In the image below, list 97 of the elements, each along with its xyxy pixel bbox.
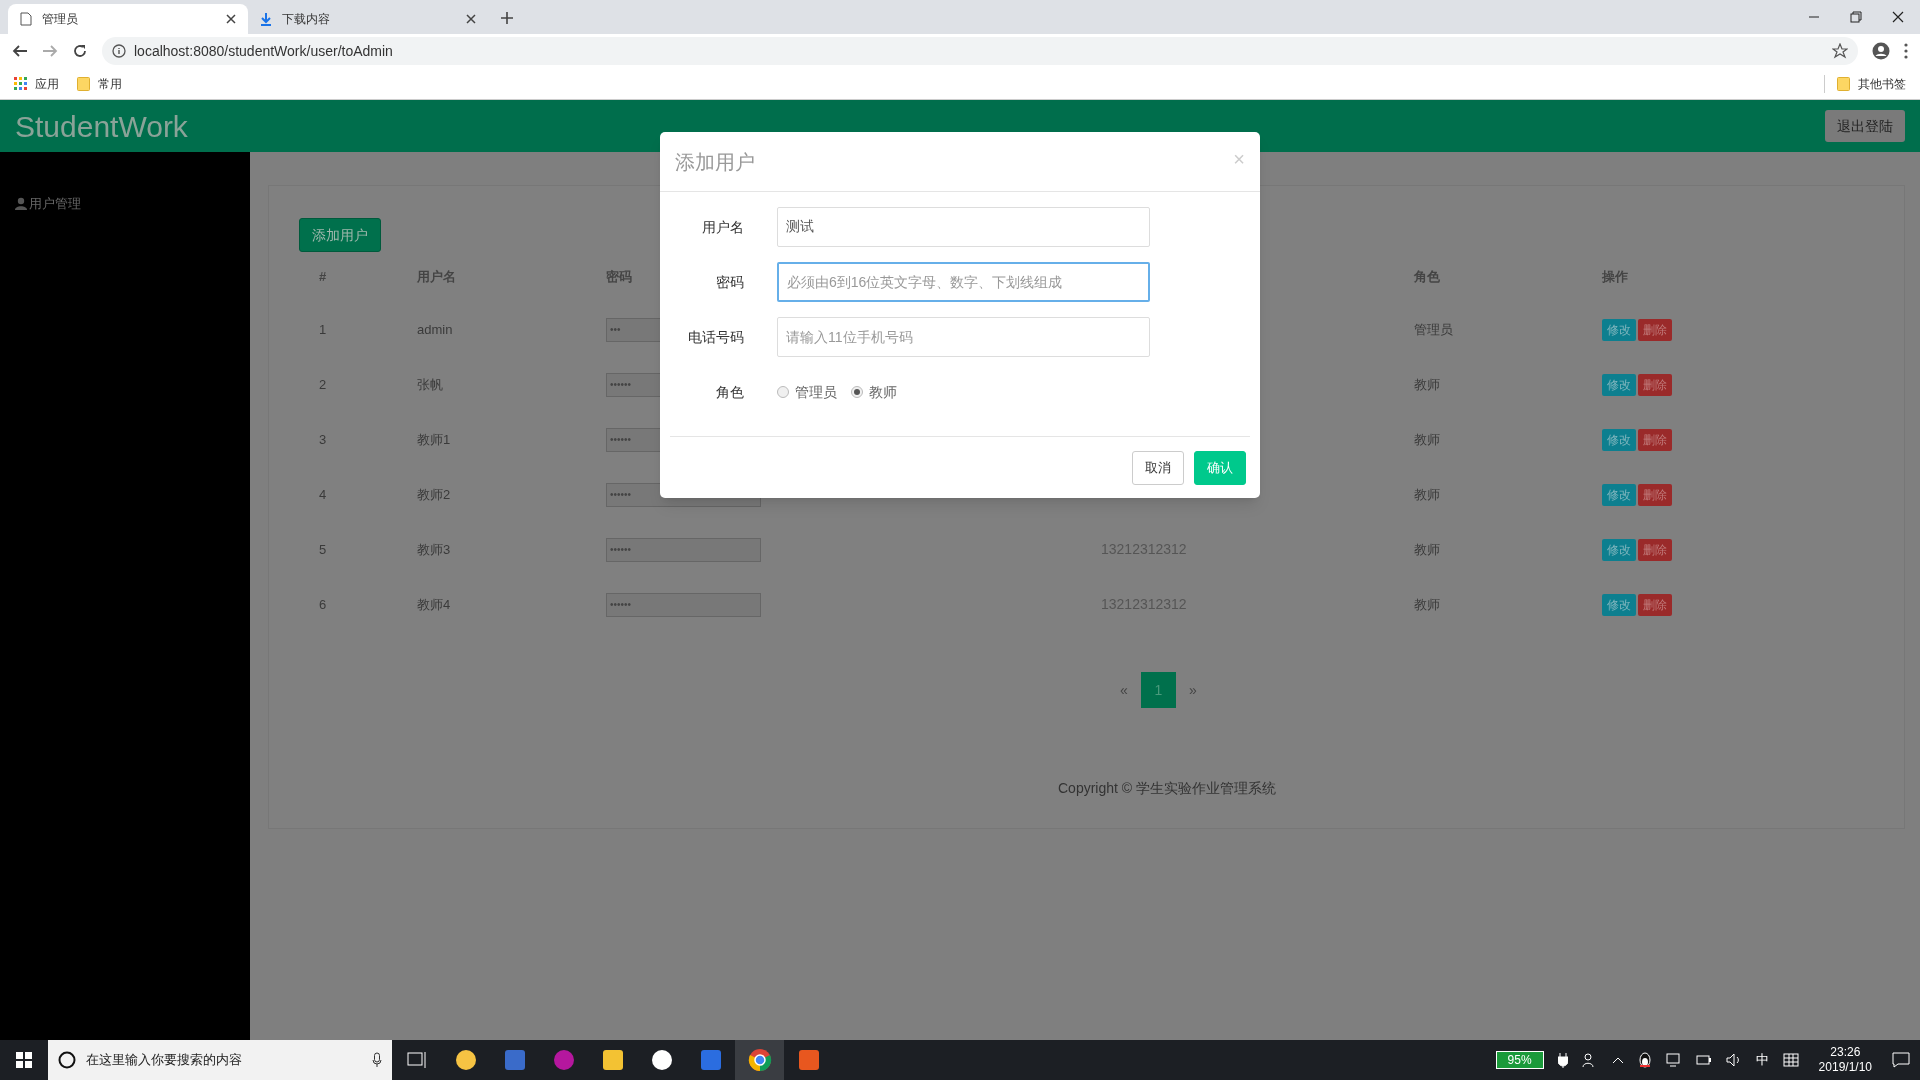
table-cell: 教师 bbox=[1414, 596, 1440, 612]
plug-icon bbox=[1557, 1052, 1568, 1068]
table-cell: 教师4 bbox=[417, 596, 451, 612]
back-icon[interactable] bbox=[12, 43, 28, 59]
notification-icon[interactable] bbox=[1892, 1052, 1910, 1068]
add-user-button[interactable]: 添加用户 bbox=[299, 218, 381, 252]
browser-tab[interactable]: 管理员 bbox=[8, 4, 248, 34]
column-header: 角色 bbox=[1414, 269, 1440, 285]
reload-icon[interactable] bbox=[72, 43, 88, 59]
edit-button[interactable]: 修改 bbox=[1602, 428, 1636, 451]
bookmark[interactable]: 应用 bbox=[14, 74, 59, 93]
table-cell: 教师2 bbox=[417, 486, 451, 502]
radio-button[interactable] bbox=[777, 386, 789, 398]
battery-indicator: 95% bbox=[1495, 1051, 1544, 1069]
edit-button[interactable]: 修改 bbox=[1602, 593, 1636, 616]
delete-button[interactable]: 删除 bbox=[1638, 538, 1672, 561]
table-cell: 2 bbox=[319, 376, 327, 392]
restore-icon[interactable] bbox=[1850, 11, 1862, 23]
table-cell: admin bbox=[417, 321, 453, 337]
table-cell: 教师 bbox=[1414, 431, 1440, 447]
table-cell: 张帆 bbox=[417, 376, 443, 392]
table-cell: 5 bbox=[319, 541, 327, 557]
table-cell: 管理员 bbox=[1414, 321, 1453, 337]
microphone-icon bbox=[372, 1052, 382, 1068]
star-icon[interactable] bbox=[1832, 43, 1848, 59]
person-icon bbox=[15, 197, 27, 211]
table-cell: 4 bbox=[319, 486, 327, 502]
info-icon bbox=[112, 44, 126, 58]
new-tab-icon[interactable] bbox=[500, 11, 514, 25]
speaker-icon[interactable] bbox=[1725, 1053, 1742, 1067]
page-button[interactable]: 1 bbox=[1141, 672, 1176, 708]
edit-button[interactable]: 修改 bbox=[1602, 318, 1636, 341]
column-header: 用户名 bbox=[417, 269, 456, 285]
taskbar-search-field[interactable]: 在这里输入你要搜索的内容 bbox=[48, 1040, 392, 1080]
table-cell: 6 bbox=[319, 596, 327, 612]
column-header: 操作 bbox=[1602, 269, 1628, 285]
table-cell: 3 bbox=[319, 431, 327, 447]
cancel-button[interactable]: 取消 bbox=[1132, 450, 1184, 485]
edit-button[interactable]: 修改 bbox=[1602, 483, 1636, 506]
delete-button[interactable]: 删除 bbox=[1638, 373, 1672, 396]
sidebar-item[interactable]: 用户管理 bbox=[15, 194, 250, 214]
windows-icon bbox=[16, 1052, 32, 1068]
battery-icon[interactable] bbox=[1695, 1054, 1712, 1066]
bookmark[interactable]: 常用 bbox=[77, 74, 122, 93]
app-icon[interactable] bbox=[600, 1048, 625, 1072]
table-cell: 教师 bbox=[1414, 376, 1440, 392]
chevron-up-icon[interactable] bbox=[1611, 1056, 1624, 1064]
bookmark[interactable]: 其他书签 bbox=[1824, 74, 1906, 93]
close-icon[interactable] bbox=[1892, 11, 1904, 23]
search-icon bbox=[58, 1051, 76, 1069]
keyboard-icon[interactable] bbox=[1782, 1053, 1799, 1067]
browser-icon[interactable] bbox=[747, 1048, 772, 1072]
network-icon[interactable] bbox=[1665, 1053, 1682, 1067]
apps-grid-icon bbox=[14, 77, 27, 90]
table-cell: 教师3 bbox=[417, 541, 451, 557]
table-cell: 教师 bbox=[1414, 541, 1440, 557]
delete-button[interactable]: 删除 bbox=[1638, 483, 1672, 506]
delete-button[interactable]: 删除 bbox=[1638, 593, 1672, 616]
column-header: 密码 bbox=[606, 269, 632, 285]
close-icon[interactable] bbox=[466, 14, 476, 24]
next-page-button[interactable]: » bbox=[1176, 672, 1210, 708]
edit-button[interactable]: 修改 bbox=[1602, 373, 1636, 396]
field-label: 电话号码 bbox=[688, 329, 744, 345]
brand-title: StudentWork bbox=[15, 108, 188, 145]
table-cell: 1 bbox=[319, 321, 327, 337]
logout-button[interactable]: 退出登陆 bbox=[1825, 110, 1905, 142]
table-cell: 教师 bbox=[1414, 486, 1440, 502]
delete-button[interactable]: 删除 bbox=[1638, 428, 1672, 451]
close-button[interactable]: × bbox=[1233, 148, 1245, 169]
page-icon bbox=[20, 12, 32, 26]
column-header: # bbox=[319, 269, 327, 285]
edit-button[interactable]: 修改 bbox=[1602, 538, 1636, 561]
password-field[interactable]: •••••• bbox=[606, 592, 761, 617]
clock[interactable]: 23:26 2019/1/10 bbox=[1812, 1045, 1878, 1075]
radio-option[interactable]: 教师 bbox=[851, 381, 897, 403]
url-text: localhost:8080/studentWork/user/toAdmin bbox=[134, 41, 393, 61]
copyright-text: Copyright © 学生实验作业管理系统 bbox=[1058, 780, 1276, 796]
table-cell: 教师1 bbox=[417, 431, 451, 447]
input-method-indicator[interactable]: 中 bbox=[1755, 1050, 1769, 1070]
confirm-button[interactable]: 确认 bbox=[1194, 450, 1246, 485]
delete-button[interactable]: 删除 bbox=[1638, 318, 1672, 341]
field-label: 用户名 bbox=[702, 219, 744, 235]
radio-button[interactable] bbox=[851, 386, 863, 398]
previous-page-button[interactable]: « bbox=[1107, 672, 1141, 708]
field-label: 密码 bbox=[716, 274, 744, 290]
radio-option[interactable]: 管理员 bbox=[777, 381, 837, 403]
input-field[interactable]: 测试 bbox=[777, 207, 1150, 247]
account-icon[interactable] bbox=[1872, 42, 1890, 60]
input-field[interactable]: 必须由6到16位英文字母、数字、下划线组成 bbox=[777, 262, 1150, 302]
password-field[interactable]: •••••• bbox=[606, 537, 761, 562]
close-icon[interactable] bbox=[226, 14, 236, 24]
menu-icon[interactable] bbox=[1904, 43, 1908, 59]
address-bar[interactable]: localhost:8080/studentWork/user/toAdmin bbox=[102, 37, 1858, 65]
penguin-icon[interactable] bbox=[1637, 1052, 1652, 1068]
download-icon bbox=[260, 12, 272, 26]
field-label: 角色 bbox=[716, 384, 744, 400]
dialog-title: 添加用户 bbox=[675, 149, 755, 175]
